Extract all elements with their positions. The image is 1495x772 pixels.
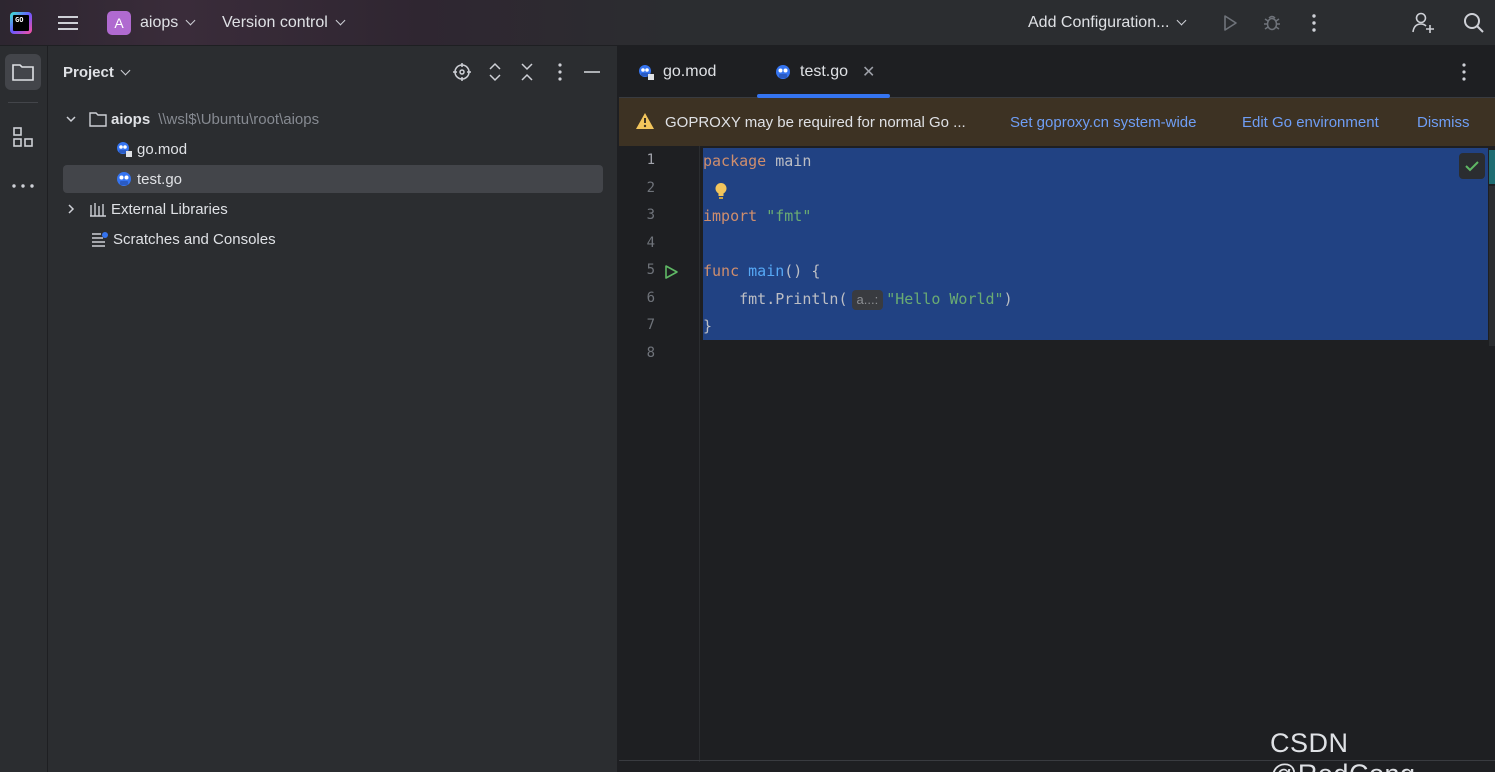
tree-item-label: External Libraries xyxy=(111,200,228,218)
scratches-icon xyxy=(91,231,109,247)
collapse-all-icon[interactable] xyxy=(515,60,539,84)
code-line-7: } xyxy=(703,317,713,335)
close-icon[interactable]: ✕ xyxy=(862,62,875,82)
project-panel-title[interactable]: Project xyxy=(63,64,131,81)
title-bar: GO A aiops Version control Add Configura… xyxy=(0,0,1495,46)
folder-icon xyxy=(12,64,34,81)
structure-icon xyxy=(13,127,33,147)
tree-item-scratches[interactable]: Scratches and Consoles xyxy=(63,225,603,253)
search-icon[interactable] xyxy=(1460,0,1488,46)
main-menu-button[interactable] xyxy=(58,0,84,46)
line-number: 2 xyxy=(646,180,655,196)
code-line-3: import "fmt" xyxy=(703,207,812,225)
line-number: 6 xyxy=(646,290,655,306)
locate-file-icon[interactable] xyxy=(450,60,474,84)
tree-item-label: aiops xyxy=(111,110,151,128)
project-tool-button[interactable] xyxy=(5,54,41,90)
more-tools-button[interactable] xyxy=(5,168,41,204)
goproxy-notification-banner: GOPROXY may be required for normal Go ..… xyxy=(619,98,1495,146)
tree-item-path: \\wsl$\Ubuntu\root\aiops xyxy=(158,110,320,128)
line-number: 3 xyxy=(646,207,655,223)
tree-item-external-libraries[interactable]: External Libraries xyxy=(63,195,603,223)
project-panel: Project aiops \\wsl$\Ubuntu\root\aiops g… xyxy=(48,46,618,772)
tab-go-mod[interactable]: go.mod xyxy=(637,46,716,98)
folder-icon xyxy=(89,111,107,127)
panel-options-icon[interactable] xyxy=(548,60,572,84)
code-editor[interactable]: 1 2 3 4 5 6 7 8 package main import "fmt… xyxy=(619,146,1495,762)
go-mod-file-icon xyxy=(637,63,655,81)
tab-test-go[interactable]: test.go ✕ xyxy=(774,46,875,98)
line-number-gutter: 1 2 3 4 5 6 7 8 xyxy=(619,146,700,762)
inspection-ok-icon[interactable] xyxy=(1459,153,1485,179)
parameter-hint: a...: xyxy=(851,290,884,310)
line-number: 1 xyxy=(646,152,655,168)
run-gutter-icon[interactable] xyxy=(663,264,679,284)
editor-tabs: go.mod test.go ✕ xyxy=(619,46,1495,98)
add-user-icon[interactable] xyxy=(1410,0,1438,46)
project-selector[interactable]: A aiops xyxy=(107,0,196,46)
expand-all-icon[interactable] xyxy=(483,60,507,84)
tool-window-strip xyxy=(0,46,48,772)
line-number: 5 xyxy=(646,262,655,278)
chevron-down-icon xyxy=(1176,15,1187,26)
hide-panel-icon[interactable] xyxy=(580,60,604,84)
chevron-down-icon[interactable] xyxy=(63,113,79,125)
lightbulb-icon[interactable] xyxy=(714,182,728,204)
warning-icon xyxy=(635,112,655,134)
version-control-label: Version control xyxy=(222,14,328,31)
line-number: 8 xyxy=(646,345,655,361)
tree-item-label: test.go xyxy=(137,170,183,188)
tree-item-label: go.mod xyxy=(137,140,188,158)
strip-divider xyxy=(8,102,38,103)
vertical-scrollbar[interactable] xyxy=(1489,186,1495,346)
chevron-down-icon xyxy=(120,65,131,75)
debug-icon[interactable] xyxy=(1260,0,1284,46)
edit-go-environment-link[interactable]: Edit Go environment xyxy=(1242,114,1379,131)
code-line-6: fmt.Println(a...: "Hello World") xyxy=(739,290,1013,310)
code-line-1: package main xyxy=(703,152,812,170)
text-selection xyxy=(703,148,1488,340)
structure-tool-button[interactable] xyxy=(5,119,41,155)
line-number: 4 xyxy=(646,235,655,251)
goland-logo-icon: GO xyxy=(10,0,34,46)
tab-label: test.go xyxy=(800,63,849,80)
tree-item-go-mod[interactable]: go.mod xyxy=(63,135,603,163)
chevron-down-icon xyxy=(335,15,346,26)
chevron-down-icon xyxy=(185,15,196,26)
line-number: 7 xyxy=(646,317,655,333)
run-icon[interactable] xyxy=(1218,0,1242,46)
watermark-text: CSDN @RedCong xyxy=(1270,728,1415,772)
tree-item-label: Scratches and Consoles xyxy=(113,230,276,248)
add-configuration-label: Add Configuration... xyxy=(1028,14,1170,31)
set-goproxy-link[interactable]: Set goproxy.cn system-wide xyxy=(1010,114,1196,131)
dismiss-link[interactable]: Dismiss xyxy=(1417,114,1470,131)
project-name: aiops xyxy=(140,14,179,31)
more-actions-icon[interactable] xyxy=(1304,0,1324,46)
editor-area: go.mod test.go ✕ GOPROXY may be required… xyxy=(619,46,1495,772)
code-line-5: func main() { xyxy=(703,262,821,280)
tree-item-aiops[interactable]: aiops \\wsl$\Ubuntu\root\aiops xyxy=(63,105,603,133)
go-file-icon xyxy=(774,63,792,81)
banner-message: GOPROXY may be required for normal Go ..… xyxy=(665,113,966,131)
go-file-icon xyxy=(115,170,133,188)
library-icon xyxy=(89,201,107,217)
more-horizontal-icon xyxy=(12,184,34,188)
run-configuration-selector[interactable]: Add Configuration... xyxy=(1028,0,1187,46)
chevron-right-icon[interactable] xyxy=(63,203,79,215)
scroll-marker xyxy=(1489,150,1495,184)
version-control-menu[interactable]: Version control xyxy=(222,0,346,46)
go-mod-file-icon xyxy=(115,140,133,158)
tab-label: go.mod xyxy=(663,63,717,80)
editor-tabs-options-icon[interactable] xyxy=(1462,63,1466,85)
project-avatar: A xyxy=(107,11,131,35)
tree-item-test-go[interactable]: test.go xyxy=(63,165,603,193)
